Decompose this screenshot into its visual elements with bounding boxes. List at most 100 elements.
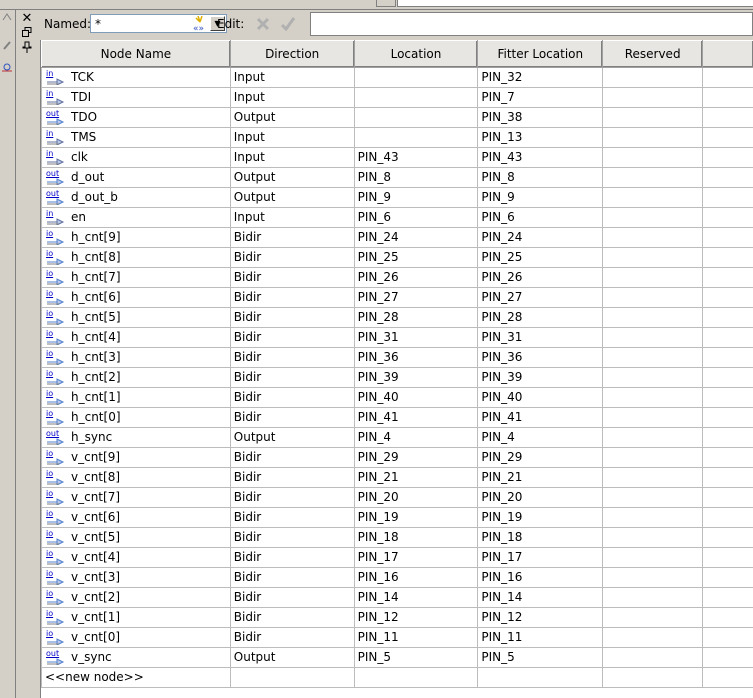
cell-node-name[interactable]: io v_cnt[2]: [41, 587, 231, 608]
cell-location[interactable]: PIN_5: [353, 647, 479, 668]
cell-direction[interactable]: Bidir: [229, 607, 355, 628]
cell-location[interactable]: [353, 67, 479, 88]
table-row[interactable]: io v_cnt[0] Bidir PIN_11 PIN_11: [41, 627, 753, 648]
cell-node-name[interactable]: out TDO: [41, 107, 231, 128]
cell-direction[interactable]: Bidir: [229, 267, 355, 288]
cell-reserved[interactable]: [602, 507, 704, 528]
cell-node-name[interactable]: io h_cnt[2]: [41, 367, 231, 388]
cell-node-name[interactable]: out v_sync: [41, 647, 231, 668]
cell-reserved[interactable]: [602, 547, 704, 568]
cell-fitter-location[interactable]: PIN_4: [477, 427, 604, 448]
cell-fitter-location[interactable]: PIN_21: [477, 467, 604, 488]
cell-direction[interactable]: Bidir: [229, 467, 355, 488]
cell-node-name[interactable]: io v_cnt[1]: [41, 607, 231, 628]
cell-node-name[interactable]: io v_cnt[0]: [41, 627, 231, 648]
pencil-icon[interactable]: [2, 40, 12, 50]
cell-node-name[interactable]: io h_cnt[3]: [41, 347, 231, 368]
cell-fitter-location[interactable]: PIN_14: [477, 587, 604, 608]
cell-reserved[interactable]: [602, 327, 704, 348]
edit-value-field[interactable]: [310, 12, 753, 36]
cell-reserved[interactable]: [602, 87, 704, 108]
cell-direction[interactable]: Bidir: [229, 587, 355, 608]
table-row[interactable]: io v_cnt[4] Bidir PIN_17 PIN_17: [41, 547, 753, 568]
table-row[interactable]: io h_cnt[4] Bidir PIN_31 PIN_31: [41, 327, 753, 348]
cell-direction[interactable]: Bidir: [229, 527, 355, 548]
cell-reserved[interactable]: [602, 567, 704, 588]
cell-node-name[interactable]: io h_cnt[8]: [41, 247, 231, 268]
table-row[interactable]: out d_out Output PIN_8 PIN_8: [41, 167, 753, 188]
cell-fitter-location[interactable]: PIN_9: [477, 187, 604, 208]
table-row[interactable]: io v_cnt[2] Bidir PIN_14 PIN_14: [41, 587, 753, 608]
cell-direction[interactable]: Bidir: [229, 307, 355, 328]
hierarchy-icon[interactable]: [2, 12, 12, 22]
cell-location[interactable]: PIN_20: [353, 487, 479, 508]
cell-fitter-location[interactable]: PIN_40: [477, 387, 604, 408]
cell-fitter-location[interactable]: PIN_38: [477, 107, 604, 128]
cell-location[interactable]: PIN_11: [353, 627, 479, 648]
cell-direction[interactable]: Output: [229, 167, 355, 188]
cell-location[interactable]: PIN_39: [353, 367, 479, 388]
cell-node-name[interactable]: out d_out: [41, 167, 231, 188]
cell-reserved[interactable]: [602, 367, 704, 388]
cell-reserved[interactable]: [602, 427, 704, 448]
table-row[interactable]: io v_cnt[5] Bidir PIN_18 PIN_18: [41, 527, 753, 548]
cell-reserved[interactable]: [602, 467, 704, 488]
cell-location[interactable]: PIN_19: [353, 507, 479, 528]
cell-location[interactable]: PIN_36: [353, 347, 479, 368]
cell-direction[interactable]: Bidir: [229, 227, 355, 248]
cell-direction[interactable]: Output: [229, 427, 355, 448]
cell-reserved[interactable]: [602, 527, 704, 548]
cell-fitter-location[interactable]: PIN_28: [477, 307, 604, 328]
cell-node-name[interactable]: io h_cnt[1]: [41, 387, 231, 408]
cell-node-name[interactable]: out d_out_b: [41, 187, 231, 208]
table-row[interactable]: io h_cnt[3] Bidir PIN_36 PIN_36: [41, 347, 753, 368]
new-node-row[interactable]: <<new node>>: [41, 667, 753, 688]
cell-direction[interactable]: Bidir: [229, 287, 355, 308]
cell-direction[interactable]: Output: [229, 107, 355, 128]
cell-direction[interactable]: Bidir: [229, 247, 355, 268]
cell-direction[interactable]: Bidir: [229, 447, 355, 468]
column-header-location[interactable]: Location: [353, 40, 479, 68]
table-row[interactable]: io v_cnt[3] Bidir PIN_16 PIN_16: [41, 567, 753, 588]
cell-direction[interactable]: Bidir: [229, 567, 355, 588]
cell-location[interactable]: PIN_21: [353, 467, 479, 488]
filter-nodes-icon[interactable]: «»: [192, 14, 212, 34]
cell-node-name[interactable]: in clk: [41, 147, 231, 168]
cell-fitter-location[interactable]: PIN_20: [477, 487, 604, 508]
cell-node-name[interactable]: io h_cnt[0]: [41, 407, 231, 428]
cell-fitter-location[interactable]: PIN_24: [477, 227, 604, 248]
column-header-fitter-location[interactable]: Fitter Location: [477, 40, 604, 68]
cell-location[interactable]: PIN_41: [353, 407, 479, 428]
table-row[interactable]: io v_cnt[1] Bidir PIN_12 PIN_12: [41, 607, 753, 628]
table-row[interactable]: in clk Input PIN_43 PIN_43: [41, 147, 753, 168]
cell-location[interactable]: PIN_29: [353, 447, 479, 468]
cell-reserved[interactable]: [602, 607, 704, 628]
cell-location[interactable]: PIN_31: [353, 327, 479, 348]
cell-node-name[interactable]: io v_cnt[4]: [41, 547, 231, 568]
table-row[interactable]: io h_cnt[2] Bidir PIN_39 PIN_39: [41, 367, 753, 388]
table-row[interactable]: io v_cnt[7] Bidir PIN_20 PIN_20: [41, 487, 753, 508]
cell-node-name[interactable]: io v_cnt[9]: [41, 447, 231, 468]
cell-location[interactable]: PIN_6: [353, 207, 479, 228]
table-row[interactable]: in TMS Input PIN_13: [41, 127, 753, 148]
cell-direction[interactable]: Bidir: [229, 507, 355, 528]
cell-fitter-location[interactable]: PIN_16: [477, 567, 604, 588]
cell-node-name[interactable]: in TCK: [41, 67, 231, 88]
column-header-direction[interactable]: Direction: [229, 40, 355, 68]
cell-reserved[interactable]: [602, 287, 704, 308]
top-scrollbar[interactable]: [397, 0, 753, 7]
cell-reserved[interactable]: [602, 627, 704, 648]
cell-location[interactable]: PIN_4: [353, 427, 479, 448]
cell-fitter-location[interactable]: PIN_11: [477, 627, 604, 648]
cell-reserved[interactable]: [602, 347, 704, 368]
table-row[interactable]: io h_cnt[8] Bidir PIN_25 PIN_25: [41, 247, 753, 268]
table-row[interactable]: in TCK Input PIN_32: [41, 67, 753, 88]
cell-location[interactable]: [353, 127, 479, 148]
cell-direction[interactable]: Bidir: [229, 387, 355, 408]
cell-location[interactable]: [353, 87, 479, 108]
cell-fitter-location[interactable]: PIN_6: [477, 207, 604, 228]
cell-fitter-location[interactable]: PIN_18: [477, 527, 604, 548]
table-row[interactable]: io v_cnt[8] Bidir PIN_21 PIN_21: [41, 467, 753, 488]
cell-direction[interactable]: Input: [229, 207, 355, 228]
cell-fitter-location[interactable]: PIN_32: [477, 67, 604, 88]
